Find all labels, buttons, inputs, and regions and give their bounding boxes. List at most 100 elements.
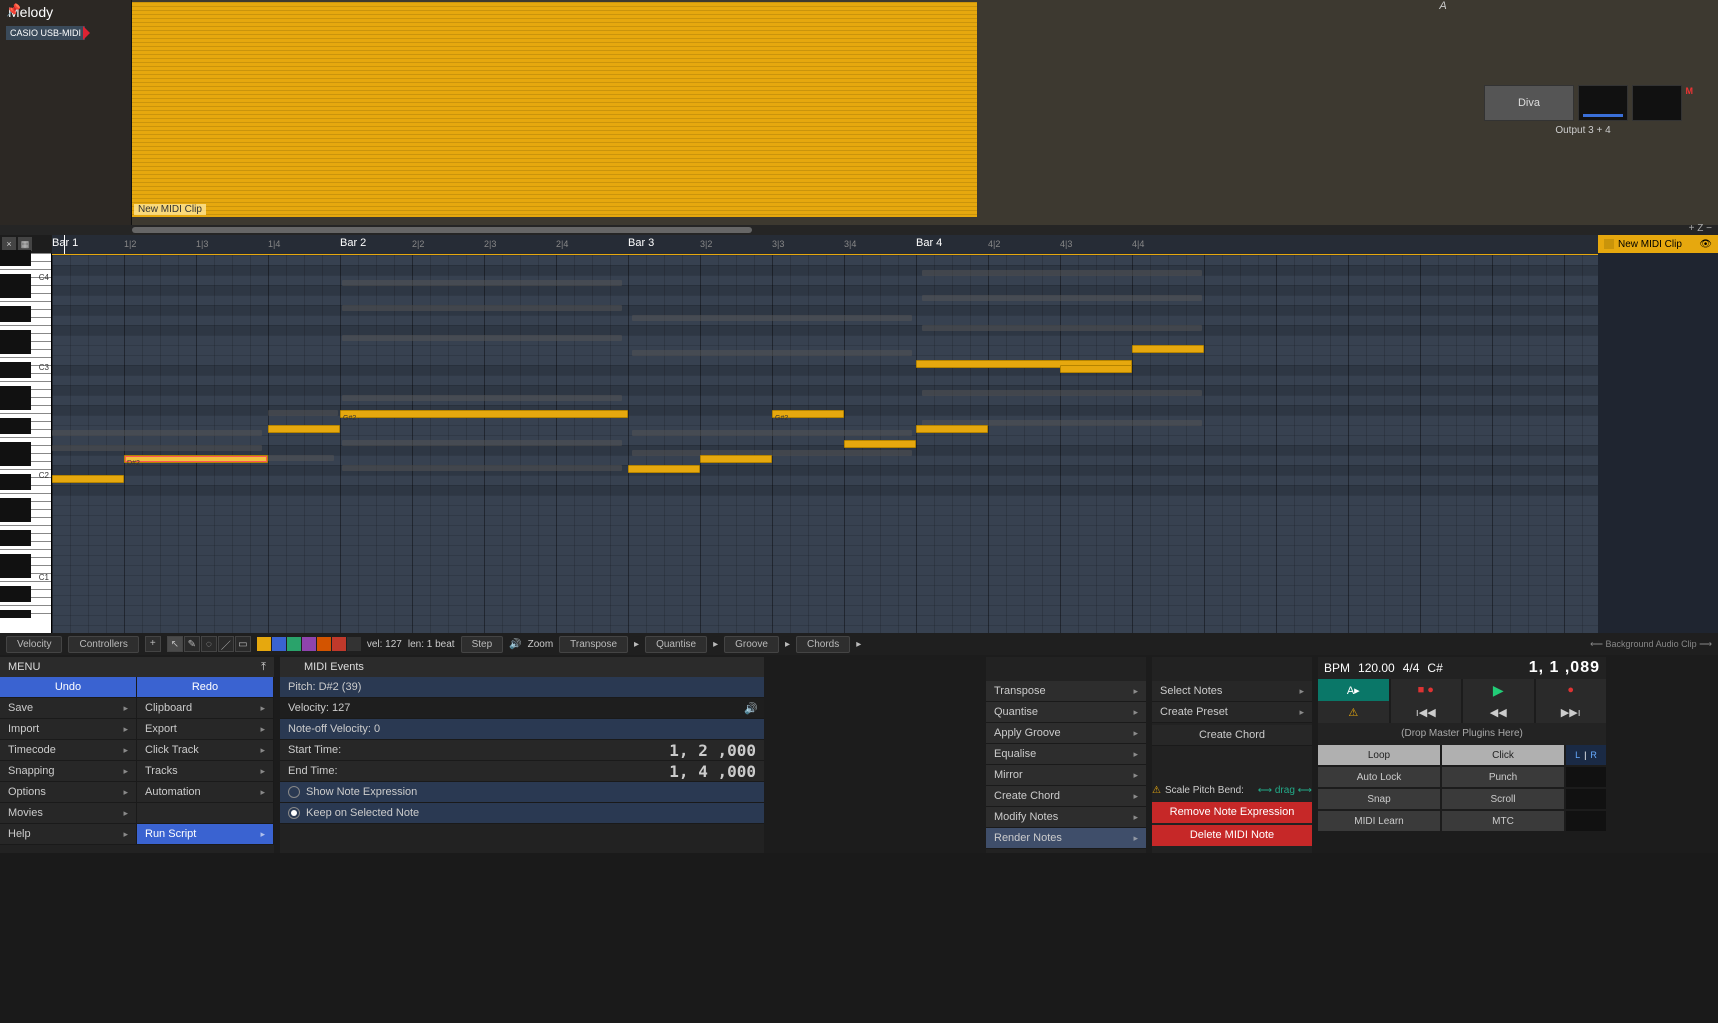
settings-icon[interactable]: ▦ [18,237,32,251]
undo-button[interactable]: Undo [0,677,137,698]
paint-tool-icon[interactable]: ▭ [235,636,251,652]
collapse-icon[interactable]: ⤒ [261,661,266,674]
background-clip-selector[interactable]: ⟵ Background Audio Clip ⟶ [1590,639,1712,650]
midi-clip[interactable]: New MIDI Clip [132,2,977,217]
midi-note[interactable] [52,475,124,483]
ffwd-button[interactable]: ▶▶ı [1536,701,1607,723]
track-header[interactable]: Melody CASIO USB-MIDI [0,0,132,225]
add-lane-button[interactable]: + [145,636,161,652]
menu-item-save[interactable]: Save▸ [0,698,137,719]
midi-note[interactable]: G#2 [772,410,844,418]
color-swatch[interactable] [317,637,331,651]
color-swatches[interactable] [257,637,361,651]
step-button[interactable]: Step [461,636,504,653]
color-swatch[interactable] [347,637,361,651]
color-swatch[interactable] [332,637,346,651]
action-quantise[interactable]: Quantise▸ [986,702,1146,723]
pianoroll-ruler[interactable]: Bar 1Bar 2Bar 3Bar 41|21|31|42|22|32|43|… [52,235,1598,255]
controllers-lane-button[interactable]: Controllers [68,636,138,653]
menu-item-options[interactable]: Options▸ [0,782,137,803]
pencil-tool-icon[interactable]: ✎ [184,636,200,652]
create-preset-menu[interactable]: Create Preset▸ [1152,702,1312,723]
menu-item-click-track[interactable]: Click Track▸ [137,740,274,761]
mtc-button[interactable]: MTC [1442,811,1564,831]
clip-tab[interactable]: New MIDI Clip 👁 [1598,235,1718,253]
bpm-value[interactable]: 120.00 [1358,661,1395,675]
instrument-slot[interactable]: Diva [1484,85,1574,121]
midi-note[interactable] [700,455,772,463]
play-button[interactable]: ▶ [1463,679,1534,701]
midi-note[interactable]: D#2 [124,455,268,463]
menu-item-run-script[interactable]: Run Script▸ [137,824,274,845]
piano-keyboard[interactable]: C4C3C2C1 [0,253,52,633]
chevron-right-icon[interactable]: ▸ [713,639,718,650]
midi-note[interactable] [1132,345,1204,353]
click-button[interactable]: Click [1442,745,1564,765]
midi-note[interactable] [916,425,988,433]
velocity-lane-button[interactable]: Velocity [6,636,62,653]
zoom-indicator[interactable]: + Z − [1689,223,1712,234]
eraser-tool-icon[interactable]: ◌ [201,636,217,652]
scroll-thumb[interactable] [132,227,752,233]
menu-item-movies[interactable]: Movies▸ [0,803,137,824]
ab-toggle[interactable]: A▸ [1318,679,1389,701]
output-slot-mute[interactable]: M [1632,85,1682,121]
action-apply-groove[interactable]: Apply Groove▸ [986,723,1146,744]
color-swatch[interactable] [287,637,301,651]
arrangement-marker[interactable]: A [1438,0,1448,12]
action-create-chord[interactable]: Create Chord▸ [986,786,1146,807]
quantise-button[interactable]: Quantise [645,636,707,653]
velocity-field[interactable]: Velocity: 127 🔊 [280,698,764,719]
action-modify-notes[interactable]: Modify Notes▸ [986,807,1146,828]
playhead[interactable] [64,235,65,254]
color-swatch[interactable] [257,637,271,651]
menu-item-import[interactable]: Import▸ [0,719,137,740]
create-chord-button[interactable]: Create Chord [1152,725,1312,746]
record-button[interactable]: ● [1536,679,1607,701]
midi-note[interactable] [1060,365,1132,373]
menu-item-automation[interactable]: Automation▸ [137,782,274,803]
track-input-badge[interactable]: CASIO USB-MIDI [6,26,85,40]
timesig-value[interactable]: 4/4 [1403,661,1420,675]
length-readout[interactable]: len: 1 beat [408,639,455,650]
chevron-right-icon[interactable]: ▸ [856,639,861,650]
action-mirror[interactable]: Mirror▸ [986,765,1146,786]
remove-note-expression-button[interactable]: Remove Note Expression [1152,802,1312,823]
midi-note[interactable] [628,465,700,473]
key-value[interactable]: C# [1427,661,1442,675]
punch-button[interactable]: Punch [1442,767,1564,787]
delete-midi-note-button[interactable]: Delete MIDI Note [1152,825,1312,846]
midi-note[interactable] [268,425,340,433]
pianoroll-grid[interactable]: D#2 G#2 G#2 [52,255,1598,633]
groove-button[interactable]: Groove [724,636,779,653]
autolock-button[interactable]: Auto Lock [1318,767,1440,787]
speaker-icon[interactable]: 🔊 [509,639,521,650]
action-render-notes[interactable]: Render Notes▸ [986,828,1146,849]
arranger-hscroll[interactable]: + Z − [0,225,1718,235]
midi-note[interactable] [844,440,916,448]
audition-icon[interactable]: 🔊 [744,702,758,715]
velocity-readout[interactable]: vel: 127 [367,639,402,650]
menu-item-tracks[interactable]: Tracks▸ [137,761,274,782]
start-time-field[interactable]: Start Time: 1, 2 ,000 [280,740,764,761]
action-equalise[interactable]: Equalise▸ [986,744,1146,765]
show-note-expression-radio[interactable]: Show Note Expression [280,782,764,803]
warning-indicator[interactable]: ⚠ [1318,701,1389,723]
line-tool-icon[interactable]: ／ [218,636,234,652]
menu-item-snapping[interactable]: Snapping▸ [0,761,137,782]
menu-item-help[interactable]: Help▸ [0,824,137,845]
pin-icon[interactable]: 📌 [6,3,21,17]
close-icon[interactable]: × [2,237,16,251]
redo-button[interactable]: Redo [137,677,274,698]
rtz-button[interactable]: ı◀◀ [1391,701,1462,723]
pointer-tool-icon[interactable]: ↖ [167,636,183,652]
chords-button[interactable]: Chords [796,636,850,653]
color-swatch[interactable] [272,637,286,651]
chevron-right-icon[interactable]: ▸ [634,639,639,650]
loop-button[interactable]: Loop [1318,745,1440,765]
midi-note[interactable]: G#2 [340,410,628,418]
midi-learn-button[interactable]: MIDI Learn [1318,811,1440,831]
action-transpose[interactable]: Transpose▸ [986,681,1146,702]
color-swatch[interactable] [302,637,316,651]
pitch-field[interactable]: Pitch: D#2 (39) [280,677,764,698]
